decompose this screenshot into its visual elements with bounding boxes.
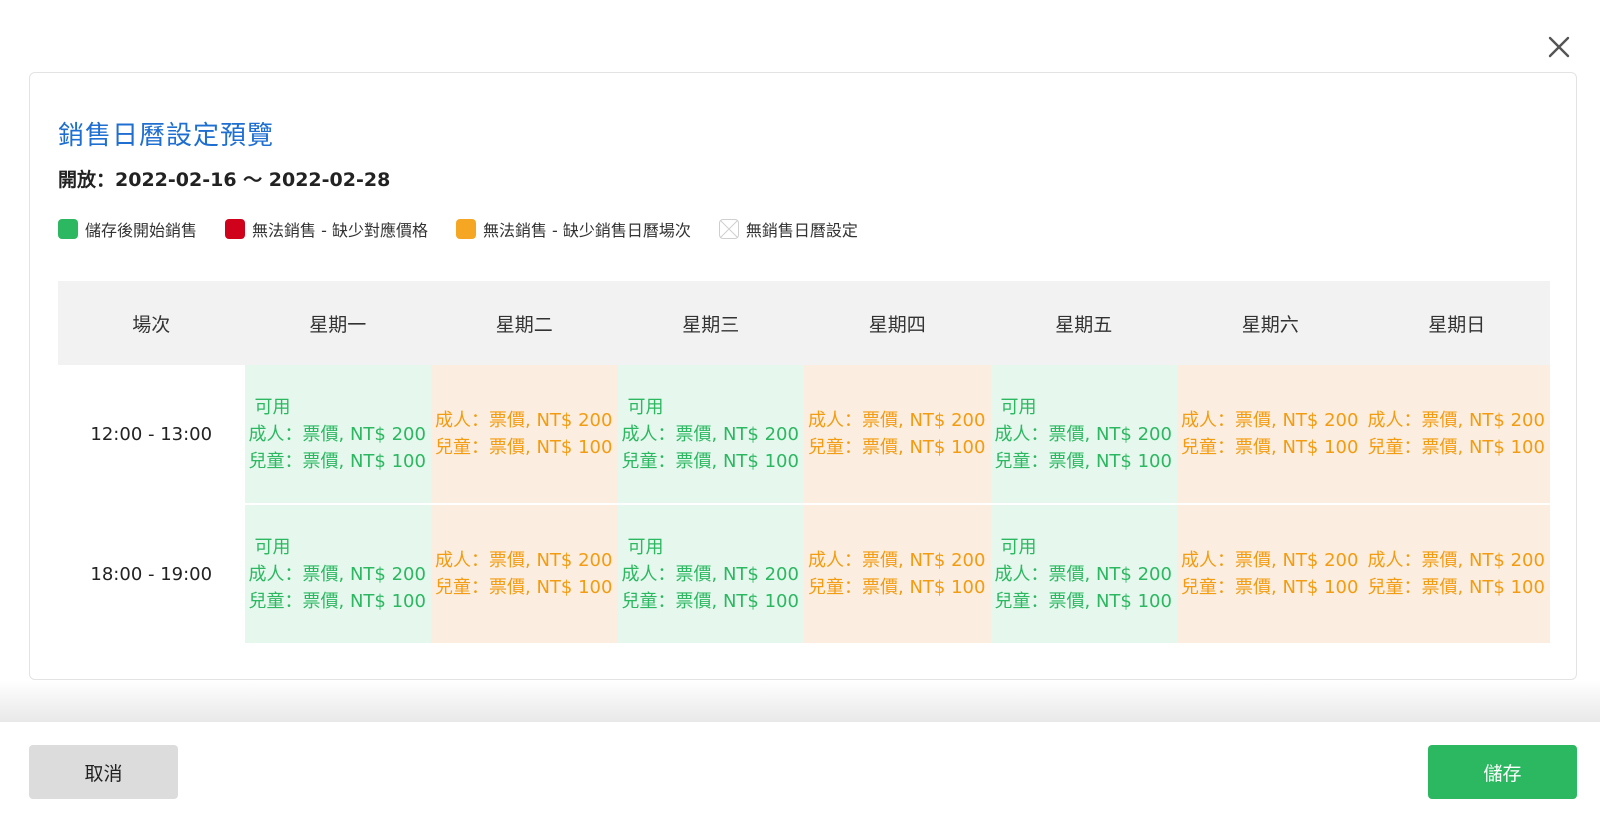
dialog-footer: 取消 儲存 [0, 722, 1600, 816]
adult-price: 成人：票價, NT$ 200 [1367, 410, 1545, 431]
child-price: 兒童：票價, NT$ 100 [435, 577, 613, 598]
adult-price: 成人：票價, NT$ 200 [994, 563, 1172, 585]
close-button[interactable] [1541, 29, 1577, 65]
adult-price: 成人：票價, NT$ 200 [808, 410, 986, 431]
legend-label: 儲存後開始銷售 [85, 221, 198, 240]
column-header-thursday: 星期四 [804, 281, 991, 365]
calendar-cell: 成人：票價, NT$ 200 兒童：票價, NT$ 100 [1363, 504, 1551, 645]
legend-swatch-green [58, 219, 78, 239]
availability-label: 可用 [627, 396, 664, 418]
footer-shadow [0, 680, 1600, 722]
availability-label: 可用 [1000, 396, 1037, 418]
calendar-cell: 可用成人：票價, NT$ 200 兒童：票價, NT$ 100 [617, 504, 805, 645]
adult-price: 成人：票價, NT$ 200 [621, 563, 799, 585]
cell-content: 成人：票價, NT$ 200 兒童：票價, NT$ 100 [804, 547, 991, 601]
calendar-cell: 可用成人：票價, NT$ 200 兒童：票價, NT$ 100 [990, 504, 1178, 645]
legend-label: 無法銷售 - 缺少銷售日曆場次 [482, 221, 691, 240]
adult-price: 成人：票價, NT$ 200 [808, 550, 986, 571]
legend: 儲存後開始銷售 無法銷售 - 缺少對應價格 無法銷售 - 缺少銷售日曆場次 無銷… [58, 218, 886, 240]
calendar-cell: 成人：票價, NT$ 200 兒童：票價, NT$ 100 [804, 504, 991, 645]
child-price: 兒童：票價, NT$ 100 [808, 437, 986, 458]
legend-item-no-session: 無法銷售 - 缺少銷售日曆場次 [455, 217, 691, 241]
column-header-friday: 星期五 [990, 281, 1177, 365]
calendar-cell: 成人：票價, NT$ 200 兒童：票價, NT$ 100 [431, 504, 618, 645]
calendar-cell: 成人：票價, NT$ 200 兒童：票價, NT$ 100 [1363, 365, 1551, 505]
cell-content: 可用成人：票價, NT$ 200 兒童：票價, NT$ 100 [618, 394, 805, 475]
adult-price: 成人：票價, NT$ 200 [1181, 410, 1359, 431]
cancel-button[interactable]: 取消 [29, 745, 178, 799]
calendar-cell: 可用成人：票價, NT$ 200 兒童：票價, NT$ 100 [990, 365, 1178, 505]
legend-swatch-empty [718, 219, 739, 239]
cell-content: 可用成人：票價, NT$ 200 兒童：票價, NT$ 100 [991, 394, 1178, 475]
availability-label: 可用 [254, 536, 291, 558]
column-header-session: 場次 [58, 281, 245, 365]
availability-label: 可用 [1000, 536, 1037, 558]
column-header-tuesday: 星期二 [431, 281, 618, 365]
crossed-box-icon [719, 220, 738, 238]
adult-price: 成人：票價, NT$ 200 [248, 423, 426, 445]
adult-price: 成人：票價, NT$ 200 [621, 423, 799, 445]
availability-label: 可用 [627, 536, 664, 558]
calendar-cell: 成人：票價, NT$ 200 兒童：票價, NT$ 100 [431, 365, 618, 505]
calendar-cell: 成人：票價, NT$ 200 兒童：票價, NT$ 100 [1177, 504, 1364, 645]
child-price: 兒童：票價, NT$ 100 [621, 450, 799, 472]
legend-swatch-red [225, 219, 246, 239]
page-title: 銷售日曆設定預覽 [58, 121, 275, 151]
legend-item-no-calendar: 無銷售日曆設定 [718, 217, 858, 241]
table-row: 12:00 - 13:00 可用 成人：票價, NT$ 200 兒童：票價, NT$ … [58, 365, 1551, 505]
column-header-saturday: 星期六 [1177, 281, 1364, 365]
save-button[interactable]: 儲存 [1428, 745, 1577, 799]
cell-content: 可用成人：票價, NT$ 200 兒童：票價, NT$ 100 [991, 534, 1178, 615]
calendar-preview-panel: 銷售日曆設定預覽 開放：2022-02-16 ～ 2022-02-28 儲存後開… [29, 72, 1577, 680]
availability-label: 可用 [254, 396, 291, 418]
calendar-cell: 可用成人：票價, NT$ 200 兒童：票價, NT$ 100 [244, 504, 432, 645]
legend-item-on-sale: 儲存後開始銷售 [58, 217, 197, 241]
cell-content: 成人：票價, NT$ 200 兒童：票價, NT$ 100 [804, 407, 991, 461]
session-time: 18:00 - 19:00 [58, 504, 245, 645]
adult-price: 成人：票價, NT$ 200 [1181, 550, 1359, 571]
cell-content: 可用成人：票價, NT$ 200 兒童：票價, NT$ 100 [618, 534, 805, 615]
table-row: 18:00 - 19:00 可用 成人：票價, NT$ 200 兒童：票價, NT$ … [58, 504, 1551, 645]
column-header-monday: 星期一 [244, 281, 431, 365]
child-price: 兒童：票價, NT$ 100 [994, 590, 1172, 612]
child-price: 兒童：票價, NT$ 100 [1367, 437, 1545, 458]
child-price: 兒童：票價, NT$ 100 [435, 437, 613, 458]
child-price: 兒童：票價, NT$ 100 [248, 450, 426, 472]
open-period: 開放：2022-02-16 ～ 2022-02-28 [58, 169, 391, 191]
sales-calendar-table: 場次 星期一 星期二 星期三 星期四 星期五 星期六 星期日 12:00 - 1… [58, 281, 1550, 645]
table-header-row: 場次 星期一 星期二 星期三 星期四 星期五 星期六 星期日 [58, 281, 1550, 365]
child-price: 兒童：票價, NT$ 100 [808, 577, 986, 598]
adult-price: 成人：票價, NT$ 200 [435, 550, 613, 571]
child-price: 兒童：票價, NT$ 100 [994, 450, 1172, 472]
cell-content: 成人：票價, NT$ 200 兒童：票價, NT$ 100 [1177, 407, 1364, 461]
close-icon [1548, 36, 1570, 58]
legend-label: 無銷售日曆設定 [745, 221, 858, 240]
adult-price: 成人：票價, NT$ 200 [248, 563, 426, 585]
calendar-cell: 可用成人：票價, NT$ 200 兒童：票價, NT$ 100 [244, 365, 432, 505]
child-price: 兒童：票價, NT$ 100 [1181, 437, 1359, 458]
cell-content: 成人：票價, NT$ 200 兒童：票價, NT$ 100 [431, 407, 618, 461]
legend-swatch-orange [455, 219, 476, 239]
child-price: 兒童：票價, NT$ 100 [621, 590, 799, 612]
calendar-cell: 成人：票價, NT$ 200 兒童：票價, NT$ 100 [804, 365, 991, 505]
cell-content: 成人：票價, NT$ 200 兒童：票價, NT$ 100 [1364, 407, 1551, 461]
column-header-sunday: 星期日 [1363, 281, 1550, 365]
cell-content: 可用成人：票價, NT$ 200 兒童：票價, NT$ 100 [245, 394, 432, 475]
child-price: 兒童：票價, NT$ 100 [1181, 577, 1359, 598]
cell-content: 成人：票價, NT$ 200 兒童：票價, NT$ 100 [1177, 547, 1364, 601]
legend-label: 無法銷售 - 缺少對應價格 [252, 221, 428, 240]
column-header-wednesday: 星期三 [617, 281, 804, 365]
calendar-cell: 成人：票價, NT$ 200 兒童：票價, NT$ 100 [1177, 365, 1364, 505]
calendar-cell: 可用成人：票價, NT$ 200 兒童：票價, NT$ 100 [617, 365, 805, 505]
child-price: 兒童：票價, NT$ 100 [248, 590, 426, 612]
cell-content: 成人：票價, NT$ 200 兒童：票價, NT$ 100 [1364, 547, 1551, 601]
adult-price: 成人：票價, NT$ 200 [1367, 550, 1545, 571]
child-price: 兒童：票價, NT$ 100 [1367, 577, 1545, 598]
session-time: 12:00 - 13:00 [58, 365, 245, 505]
cell-content: 成人：票價, NT$ 200 兒童：票價, NT$ 100 [431, 547, 618, 601]
adult-price: 成人：票價, NT$ 200 [435, 410, 613, 431]
adult-price: 成人：票價, NT$ 200 [994, 423, 1172, 445]
cell-content: 可用成人：票價, NT$ 200 兒童：票價, NT$ 100 [245, 534, 432, 615]
legend-item-no-price: 無法銷售 - 缺少對應價格 [225, 217, 428, 241]
